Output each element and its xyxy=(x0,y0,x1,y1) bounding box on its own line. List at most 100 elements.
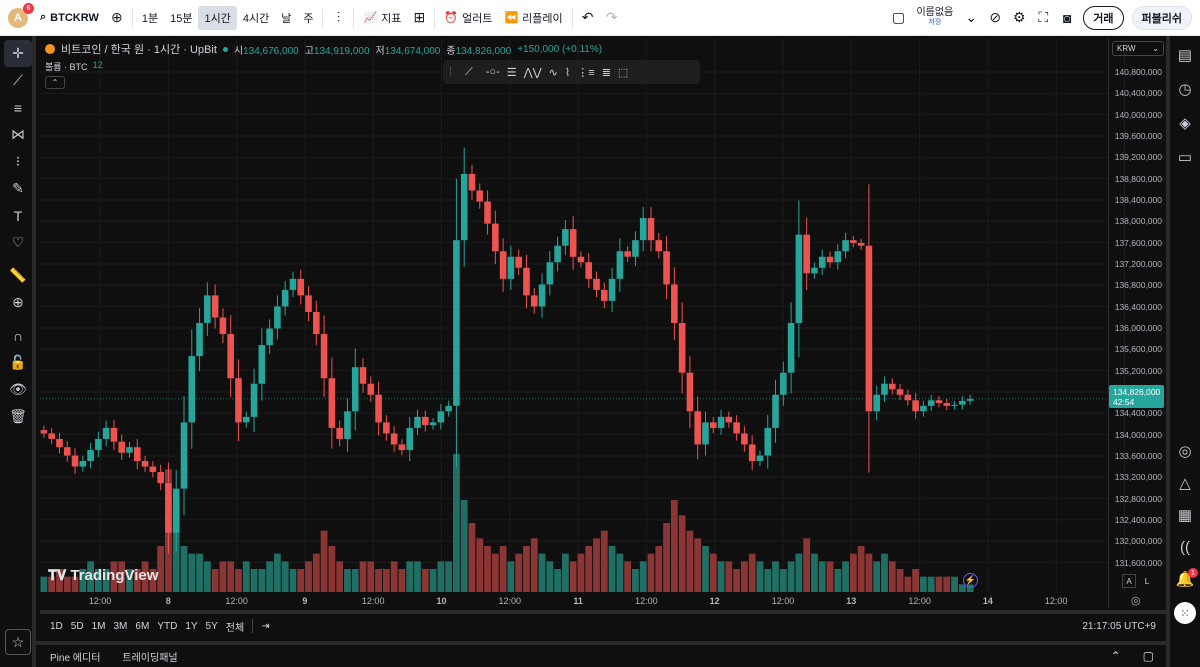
candle-body[interactable] xyxy=(250,383,258,417)
replay-button[interactable]: ⏪ 리플레이 xyxy=(498,6,568,30)
publish-button[interactable]: 퍼블리쉬 xyxy=(1131,5,1192,30)
watchlist-star-icon[interactable]: ☆ xyxy=(5,629,31,655)
candle-body[interactable] xyxy=(834,251,842,263)
candle-body[interactable] xyxy=(390,433,398,445)
candle-body[interactable] xyxy=(569,229,577,257)
candle-body[interactable] xyxy=(359,367,367,384)
add-symbol-icon[interactable]: ⊕ xyxy=(105,6,129,30)
candle-body[interactable] xyxy=(134,447,141,462)
candle-body[interactable] xyxy=(842,240,849,252)
candle-body[interactable] xyxy=(671,284,678,323)
interval-0[interactable]: 1분 xyxy=(136,6,164,30)
candle-body[interactable] xyxy=(694,411,701,445)
undo-icon[interactable]: ↶ xyxy=(576,6,600,30)
candle-body[interactable] xyxy=(40,430,48,434)
channel-tool-icon[interactable]: ☰ xyxy=(507,66,517,79)
magnet-icon[interactable]: ∩ xyxy=(0,322,36,349)
candle-body[interactable] xyxy=(562,229,569,246)
range-button-5y[interactable]: 5Y xyxy=(202,621,222,632)
interval-2[interactable]: 1시간 xyxy=(198,5,237,30)
rectangle-tool-icon[interactable]: ⬚ xyxy=(618,66,628,79)
candle-body[interactable] xyxy=(632,240,639,257)
candle-body[interactable] xyxy=(601,289,608,301)
candle-body[interactable] xyxy=(468,173,476,191)
candle-body[interactable] xyxy=(118,441,126,453)
candle-body[interactable] xyxy=(63,447,71,456)
candle-body[interactable] xyxy=(616,251,624,279)
candle-body[interactable] xyxy=(242,416,250,423)
candle-body[interactable] xyxy=(896,389,904,395)
candle-body[interactable] xyxy=(235,378,242,423)
candle-body[interactable] xyxy=(585,262,593,279)
collapse-panel-icon[interactable]: ⌃ xyxy=(1111,649,1121,663)
candle-body[interactable] xyxy=(227,334,234,379)
calendar-icon[interactable]: ▦ xyxy=(1170,498,1200,532)
candle-body[interactable] xyxy=(577,256,585,263)
candle-body[interactable] xyxy=(351,367,359,412)
candle-body[interactable] xyxy=(826,256,834,263)
candle-body[interactable] xyxy=(141,461,149,467)
currency-selector[interactable]: KRW ⌄ xyxy=(1112,41,1164,56)
candle-body[interactable] xyxy=(484,201,491,224)
redo-icon[interactable]: ↷ xyxy=(600,6,624,30)
indicators-button[interactable]: 📈 지표 xyxy=(357,6,407,30)
candle-body[interactable] xyxy=(608,278,616,301)
candle-body[interactable] xyxy=(951,404,958,406)
candle-body[interactable] xyxy=(663,251,670,285)
candle-body[interactable] xyxy=(515,256,522,268)
text-icon[interactable]: T xyxy=(0,202,36,229)
eye-icon[interactable]: 👁 xyxy=(0,376,36,403)
fib-channel-icon[interactable]: ≣ xyxy=(602,66,611,79)
price-chart[interactable] xyxy=(40,38,1166,608)
candle-body[interactable] xyxy=(445,405,452,412)
lightning-icon[interactable]: ⚡ xyxy=(963,573,978,588)
candle-body[interactable] xyxy=(912,400,919,412)
range-button-1d[interactable]: 1D xyxy=(46,621,67,632)
candle-body[interactable] xyxy=(157,472,164,484)
candle-body[interactable] xyxy=(79,461,87,467)
candle-body[interactable] xyxy=(881,383,888,395)
elliott-wave-icon[interactable]: ∿ xyxy=(549,66,558,79)
candle-body[interactable] xyxy=(530,295,538,307)
candle-body[interactable] xyxy=(772,394,779,428)
trend-line-icon[interactable]: ⟋ xyxy=(0,67,36,94)
candle-body[interactable] xyxy=(305,295,312,312)
candle-body[interactable] xyxy=(460,173,468,241)
candle-body[interactable] xyxy=(336,427,343,439)
fullscreen-icon[interactable]: ⛶ xyxy=(1031,6,1055,30)
candle-body[interactable] xyxy=(110,427,118,442)
fib-retracement-icon[interactable]: ≡ xyxy=(0,94,36,121)
candle-body[interactable] xyxy=(367,383,375,395)
watchlist-icon[interactable]: ▤ xyxy=(1170,38,1200,72)
candle-body[interactable] xyxy=(313,311,320,335)
candle-body[interactable] xyxy=(149,466,157,473)
candle-body[interactable] xyxy=(172,488,180,533)
log-scale-button[interactable]: L xyxy=(1140,574,1154,588)
goto-date-icon[interactable]: ⇥ xyxy=(257,621,273,632)
timezone-clock[interactable]: 21:17:05 UTC+9 xyxy=(1078,621,1160,632)
candle-body[interactable] xyxy=(95,438,102,450)
candle-body[interactable] xyxy=(211,295,219,318)
candle-body[interactable] xyxy=(56,438,63,448)
candle-body[interactable] xyxy=(811,267,818,274)
scanner-icon[interactable]: ◎ xyxy=(1170,434,1200,468)
legend-title[interactable]: 비트코인 / 한국 원 · 1시간 · UpBit xyxy=(61,41,217,57)
candle-body[interactable] xyxy=(87,449,94,462)
candle-body[interactable] xyxy=(748,444,756,462)
camera-icon[interactable]: ◙ xyxy=(1055,6,1079,30)
candle-body[interactable] xyxy=(780,372,787,395)
candle-body[interactable] xyxy=(320,334,328,379)
candle-body[interactable] xyxy=(857,242,865,246)
layout-name[interactable]: 이름없음 저장 xyxy=(910,7,959,28)
candle-body[interactable] xyxy=(756,455,764,462)
candle-body[interactable] xyxy=(180,422,188,489)
candle-body[interactable] xyxy=(787,323,795,373)
layout-square-icon[interactable]: ▢ xyxy=(886,6,910,30)
candle-body[interactable] xyxy=(523,267,530,296)
candle-body[interactable] xyxy=(865,245,873,412)
candle-body[interactable] xyxy=(328,378,336,428)
abc-wave-icon[interactable]: ⌇ xyxy=(565,66,570,79)
candlestick-type-icon[interactable]: ⫶ xyxy=(326,6,350,30)
candle-body[interactable] xyxy=(639,218,647,241)
candle-body[interactable] xyxy=(421,416,429,426)
